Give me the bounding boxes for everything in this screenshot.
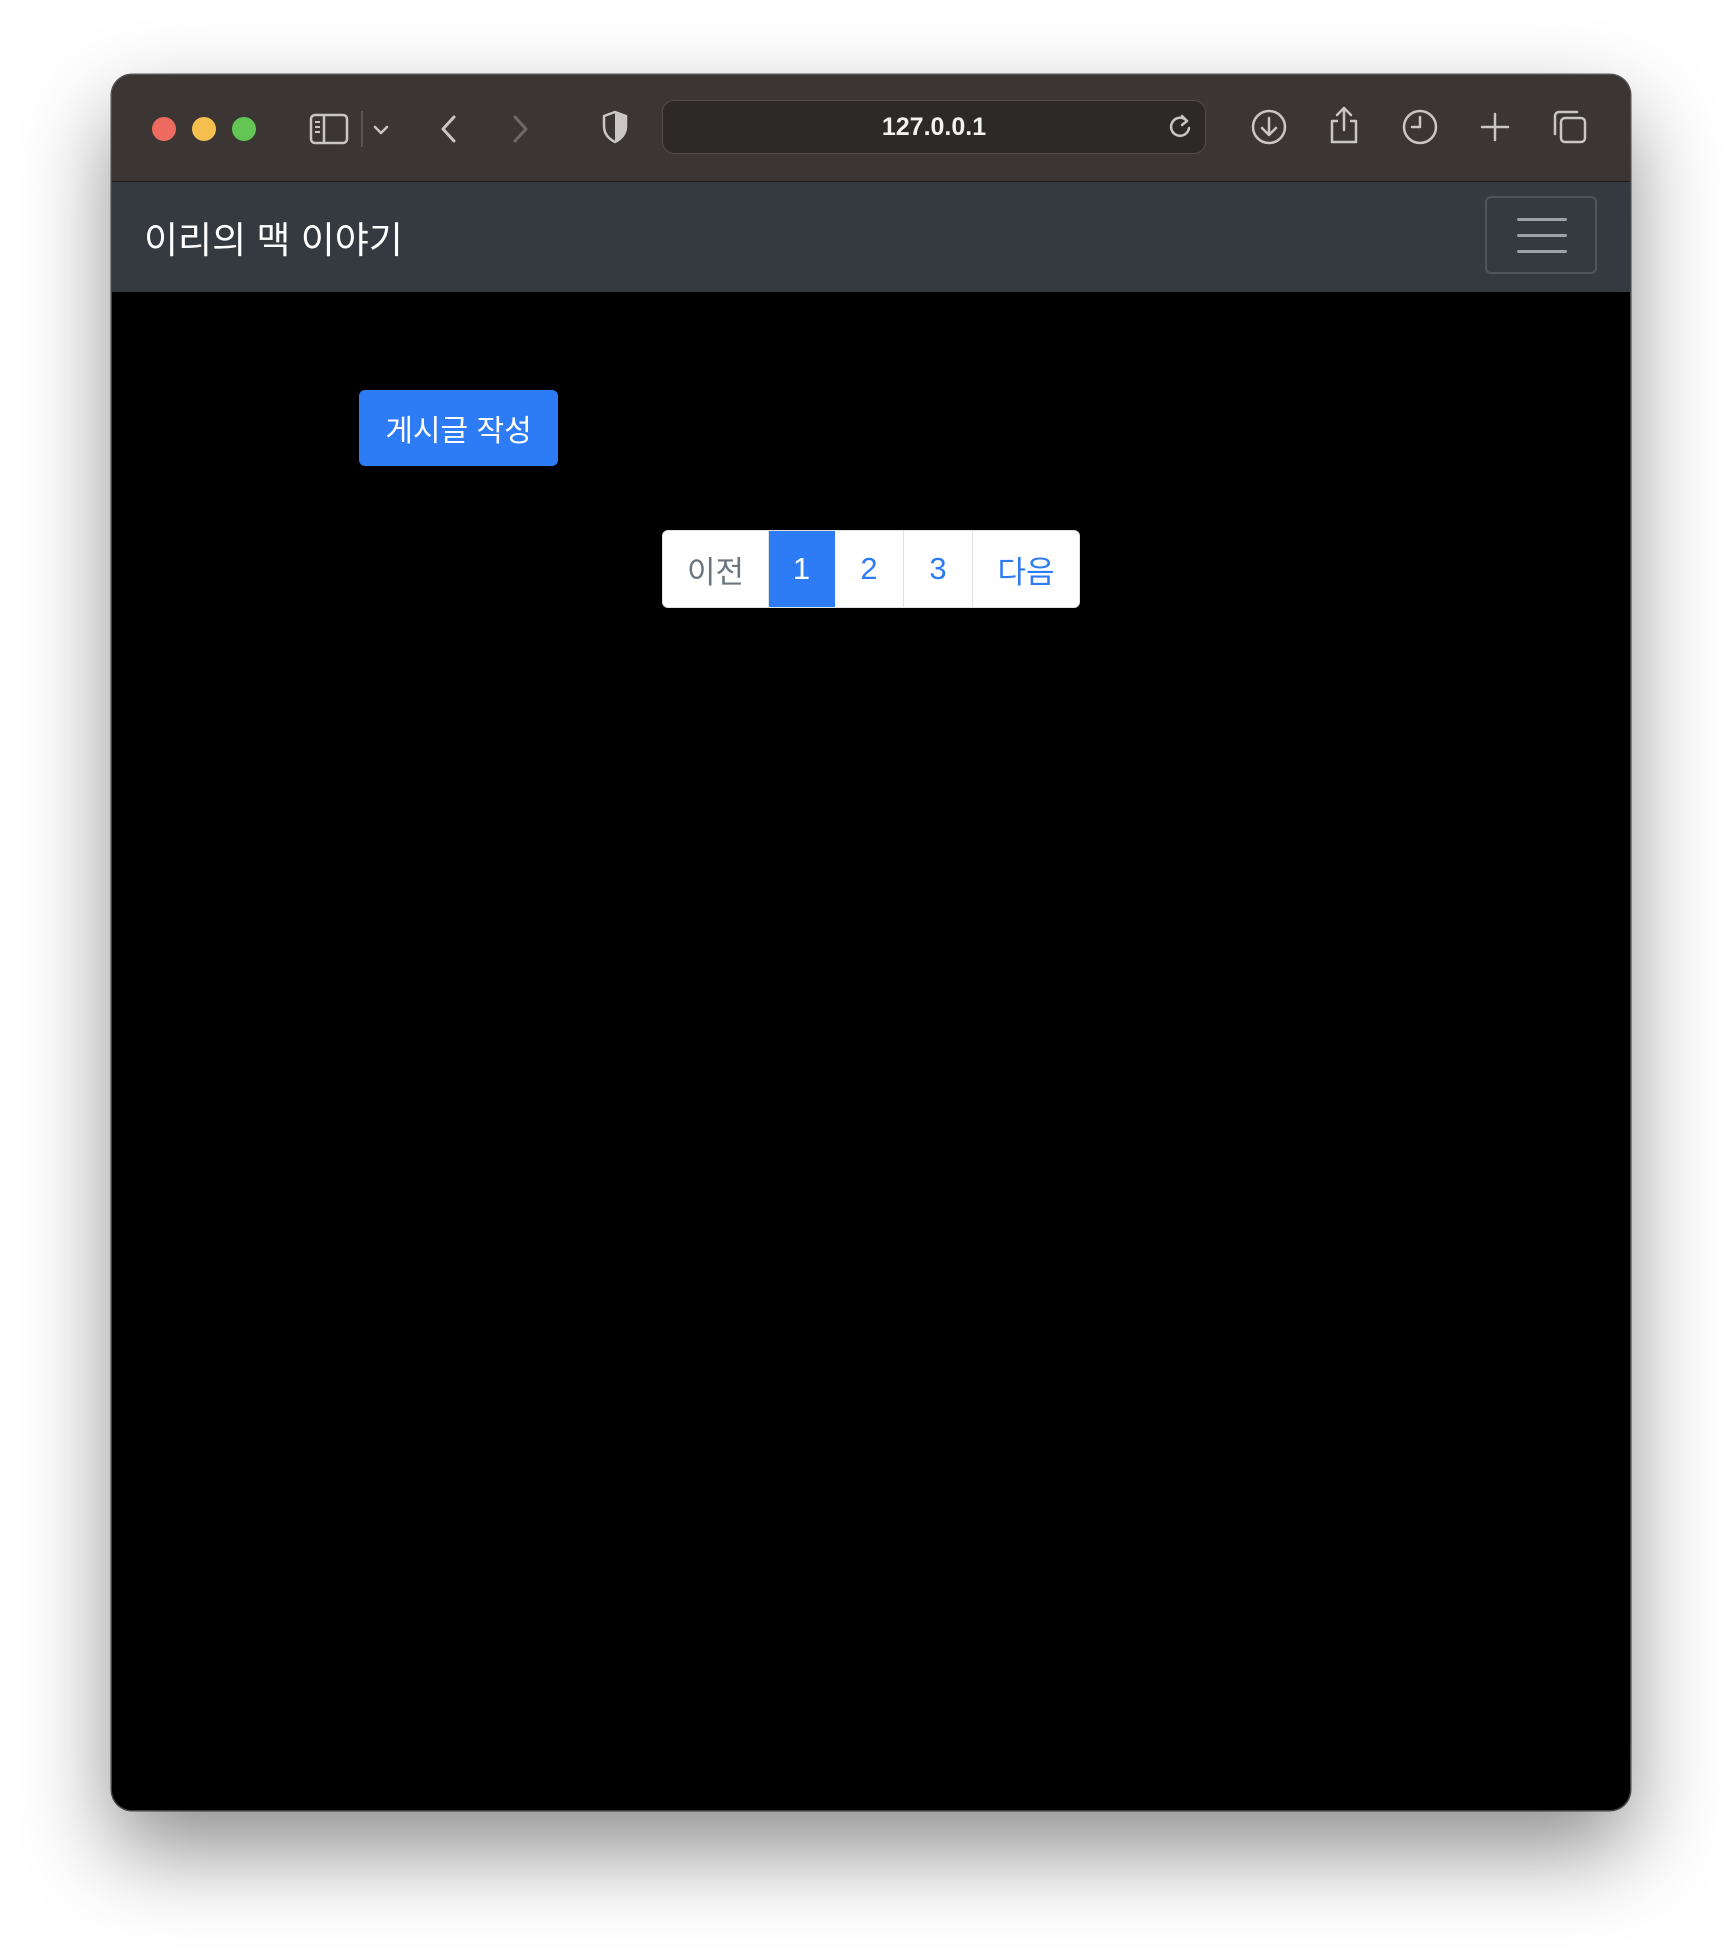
navbar-toggler-button[interactable] — [1485, 196, 1597, 274]
browser-window: 127.0.0.1 이리의 맥 이야기 게시글 작성 이전 1 2 3 다음 — [112, 75, 1630, 1810]
navbar-brand[interactable]: 이리의 맥 이야기 — [144, 182, 403, 292]
share-icon[interactable] — [1326, 103, 1362, 147]
write-post-button[interactable]: 게시글 작성 — [359, 390, 558, 466]
minimize-window-button[interactable] — [192, 117, 216, 141]
tab-overview-icon[interactable] — [1549, 106, 1591, 148]
shield-icon[interactable] — [598, 107, 632, 147]
browser-toolbar: 127.0.0.1 — [112, 75, 1630, 182]
sidebar-icon[interactable] — [308, 109, 350, 149]
pagination-prev[interactable]: 이전 — [663, 531, 769, 607]
menu-icon — [1517, 218, 1567, 221]
back-icon[interactable] — [434, 109, 464, 149]
site-navbar: 이리의 맥 이야기 — [112, 182, 1630, 292]
address-text: 127.0.0.1 — [881, 112, 987, 141]
address-bar[interactable]: 127.0.0.1 — [662, 100, 1206, 154]
toolbar-divider — [361, 111, 363, 147]
chevron-down-icon[interactable] — [370, 119, 392, 141]
close-window-button[interactable] — [152, 117, 176, 141]
pagination-next[interactable]: 다음 — [973, 531, 1079, 607]
new-tab-icon[interactable] — [1475, 107, 1515, 147]
pagination-page-2[interactable]: 2 — [835, 531, 904, 607]
download-icon[interactable] — [1249, 107, 1289, 147]
forward-icon[interactable] — [505, 109, 535, 149]
pagination: 이전 1 2 3 다음 — [662, 530, 1080, 608]
history-icon[interactable] — [1400, 107, 1440, 147]
reload-icon[interactable] — [1165, 111, 1195, 141]
menu-icon-line — [1517, 250, 1567, 253]
pagination-page-1[interactable]: 1 — [769, 531, 835, 607]
menu-icon-line — [1517, 234, 1567, 237]
zoom-window-button[interactable] — [232, 117, 256, 141]
pagination-page-3[interactable]: 3 — [904, 531, 973, 607]
